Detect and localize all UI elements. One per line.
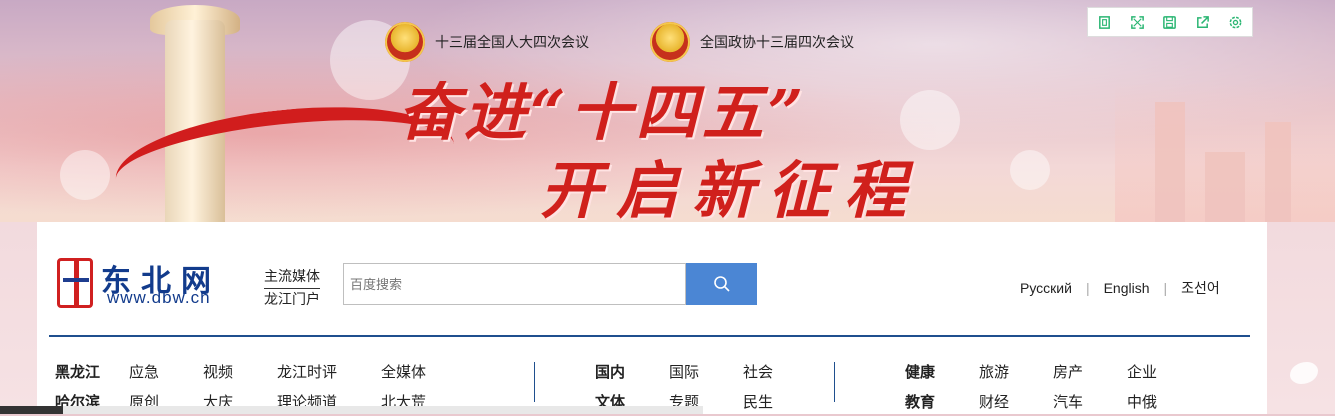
nav-item[interactable]: 全媒体	[381, 361, 455, 382]
lang-korean[interactable]: 조선어	[1181, 278, 1220, 298]
lang-english[interactable]: English	[1104, 280, 1150, 296]
event-cppcc-label: 全国政协十三届四次会议	[700, 34, 854, 50]
nav-item[interactable]: 视频	[203, 361, 277, 382]
tagline-line2: 龙江门户	[264, 291, 320, 307]
search-icon	[713, 276, 730, 292]
nav-item[interactable]: 企业	[1127, 361, 1201, 382]
scrollbar-thumb[interactable]	[0, 406, 63, 414]
language-switcher: Русский | English | 조선어	[1020, 278, 1220, 298]
nav-group-life: 健康 旅游 房产 企业 教育 财经 汽车 中俄	[905, 356, 1201, 416]
slogan-line2: 开启新征程	[540, 154, 921, 222]
logo-url: www.dbw.cn	[107, 288, 211, 307]
nav-divider	[834, 362, 835, 402]
share-icon[interactable]	[1193, 12, 1213, 32]
nav-item[interactable]: 中俄	[1127, 391, 1201, 412]
nav-item[interactable]: 健康	[905, 361, 979, 382]
fullscreen-icon[interactable]	[1127, 12, 1147, 32]
national-emblem-icon	[385, 22, 425, 62]
nav-item[interactable]: 房产	[1053, 361, 1127, 382]
separator: |	[1085, 280, 1090, 296]
nav-item[interactable]: 教育	[905, 391, 979, 412]
nav-item[interactable]: 应急	[129, 361, 203, 382]
site-header: 东北网 www.dbw.cn 主流媒体 龙江门户 Русский | Engli…	[37, 222, 1267, 414]
dbw-logo-mark-icon	[57, 258, 93, 308]
event-npc[interactable]: 十三届全国人大四次会议	[385, 22, 589, 62]
tagline-line1: 主流媒体	[264, 266, 320, 289]
event-npc-label: 十三届全国人大四次会议	[435, 34, 589, 50]
nav-item[interactable]: 财经	[979, 391, 1053, 412]
nav-item[interactable]: 汽车	[1053, 391, 1127, 412]
search-button[interactable]	[686, 263, 757, 305]
lang-russian[interactable]: Русский	[1020, 280, 1072, 296]
nav-item[interactable]: 国际	[669, 361, 743, 382]
nav-item[interactable]: 国内	[595, 361, 669, 382]
nav-item[interactable]: 民生	[743, 391, 817, 412]
city-skyline	[1115, 82, 1335, 222]
nav-item[interactable]: 黑龙江	[55, 361, 129, 382]
horizontal-scrollbar[interactable]	[0, 406, 703, 414]
header-divider	[49, 335, 1250, 337]
event-cppcc[interactable]: 全国政协十三届四次会议	[650, 22, 854, 62]
dove-decoration	[1290, 362, 1318, 384]
nav-item[interactable]: 龙江时评	[277, 361, 381, 382]
browser-toolbar	[1087, 7, 1253, 37]
nav-item[interactable]: 社会	[743, 361, 817, 382]
bookmark-icon[interactable]	[1094, 12, 1114, 32]
tagline: 主流媒体 龙江门户	[264, 266, 320, 309]
separator: |	[1163, 280, 1168, 296]
slogan-line1: 奋进“十四五”	[398, 76, 808, 149]
bokeh-light	[1010, 150, 1050, 190]
settings-icon[interactable]	[1226, 12, 1246, 32]
nav-divider	[534, 362, 535, 402]
save-icon[interactable]	[1160, 12, 1180, 32]
site-logo[interactable]: 东北网 www.dbw.cn	[57, 258, 253, 310]
nav-item[interactable]: 旅游	[979, 361, 1053, 382]
search-input[interactable]	[343, 263, 686, 305]
cppcc-emblem-icon	[650, 22, 690, 62]
bokeh-light	[60, 150, 110, 200]
